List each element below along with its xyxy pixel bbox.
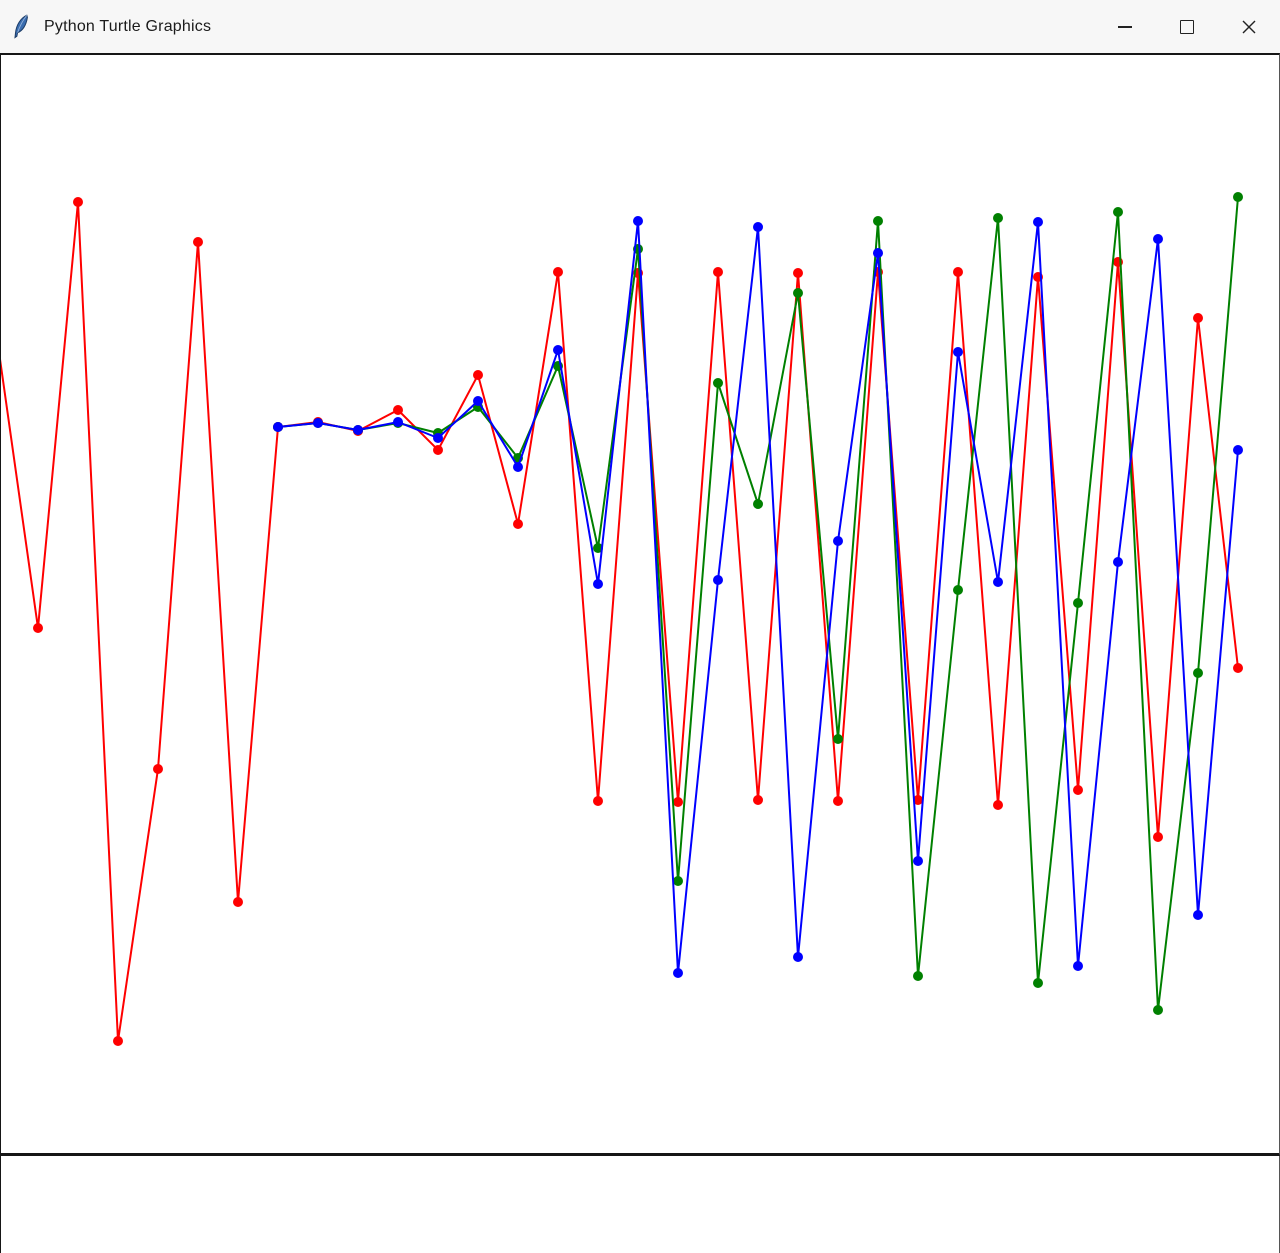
tk-feather-icon <box>11 14 31 40</box>
data-point-red <box>793 268 803 278</box>
data-point-red <box>433 445 443 455</box>
window-footer-area <box>0 1156 1280 1253</box>
data-point-blue <box>473 396 483 406</box>
data-point-green <box>1033 978 1043 988</box>
data-point-blue <box>873 248 883 258</box>
data-point-red <box>753 795 763 805</box>
data-point-red <box>113 1036 123 1046</box>
data-point-green <box>953 585 963 595</box>
data-point-blue <box>1113 557 1123 567</box>
data-point-blue <box>1153 234 1163 244</box>
series-line-blue <box>278 221 1238 973</box>
data-point-red <box>993 800 1003 810</box>
data-point-red <box>393 405 403 415</box>
data-point-red <box>193 237 203 247</box>
maximize-icon <box>1180 20 1194 34</box>
data-point-green <box>873 216 883 226</box>
data-point-blue <box>513 462 523 472</box>
data-point-green <box>753 499 763 509</box>
data-point-red <box>1073 785 1083 795</box>
data-point-blue <box>593 579 603 589</box>
data-point-red <box>1153 832 1163 842</box>
data-point-blue <box>793 952 803 962</box>
maximize-button[interactable] <box>1156 0 1218 53</box>
title-bar: Python Turtle Graphics <box>0 0 1280 53</box>
data-point-red <box>833 796 843 806</box>
data-point-green <box>1073 598 1083 608</box>
data-point-red <box>33 623 43 633</box>
minimize-button[interactable] <box>1094 0 1156 53</box>
data-point-blue <box>1193 910 1203 920</box>
data-point-green <box>673 876 683 886</box>
data-point-red <box>1193 313 1203 323</box>
data-point-red <box>1233 663 1243 673</box>
data-point-green <box>993 213 1003 223</box>
data-point-green <box>1153 1005 1163 1015</box>
window-title: Python Turtle Graphics <box>44 18 211 36</box>
data-point-blue <box>993 577 1003 587</box>
data-point-green <box>833 734 843 744</box>
data-point-green <box>913 971 923 981</box>
data-point-blue <box>1073 961 1083 971</box>
data-point-red <box>673 797 683 807</box>
turtle-canvas[interactable] <box>0 53 1280 1156</box>
window-controls <box>1094 0 1280 53</box>
data-point-red <box>513 519 523 529</box>
turtle-graphics-window: Python Turtle Graphics <box>0 0 1280 1253</box>
data-point-red <box>593 796 603 806</box>
data-point-blue <box>553 345 563 355</box>
data-point-blue <box>313 418 323 428</box>
data-point-green <box>793 288 803 298</box>
data-point-blue <box>1033 217 1043 227</box>
data-point-green <box>1113 207 1123 217</box>
data-point-blue <box>673 968 683 978</box>
data-point-blue <box>1233 445 1243 455</box>
data-point-blue <box>953 347 963 357</box>
data-point-red <box>153 764 163 774</box>
data-point-red <box>233 897 243 907</box>
data-point-red <box>713 267 723 277</box>
data-point-green <box>713 378 723 388</box>
data-point-blue <box>913 856 923 866</box>
data-point-red <box>73 197 83 207</box>
turtle-canvas-svg <box>1 55 1279 1153</box>
minimize-icon <box>1118 26 1132 28</box>
data-point-blue <box>833 536 843 546</box>
data-point-green <box>1233 192 1243 202</box>
data-point-green <box>1193 668 1203 678</box>
data-point-red <box>553 267 563 277</box>
close-button[interactable] <box>1218 0 1280 53</box>
data-point-blue <box>353 425 363 435</box>
close-icon <box>1241 19 1257 35</box>
data-point-blue <box>713 575 723 585</box>
data-point-red <box>953 267 963 277</box>
data-point-blue <box>753 222 763 232</box>
data-point-blue <box>393 417 403 427</box>
series-line-red <box>1 202 1238 1041</box>
series-line-green <box>278 197 1238 1010</box>
data-point-blue <box>273 422 283 432</box>
data-point-red <box>473 370 483 380</box>
data-point-blue <box>633 216 643 226</box>
data-point-blue <box>433 433 443 443</box>
